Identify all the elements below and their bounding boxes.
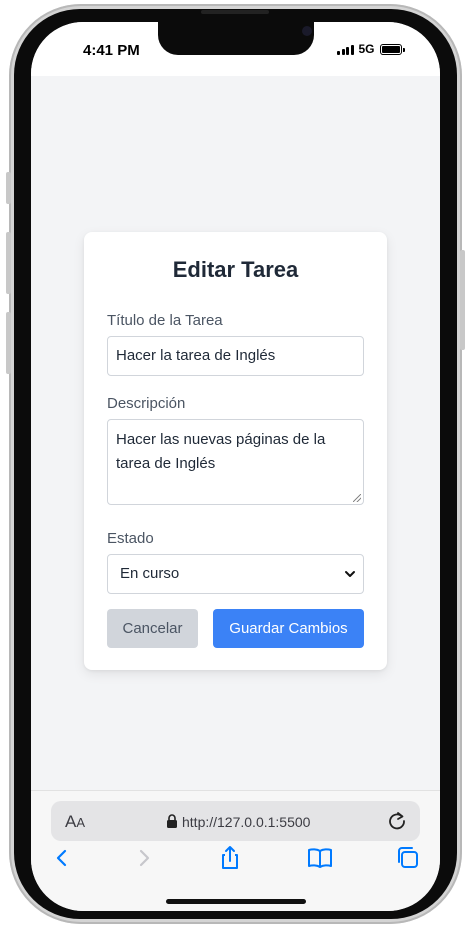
share-icon[interactable] [215,843,245,873]
modal-title: Editar Tarea [172,257,299,282]
notch [158,22,314,55]
battery-icon [379,43,405,55]
status-indicators: 5G [337,42,405,56]
resize-handle-icon[interactable] [353,494,361,502]
description-textarea[interactable]: Hacer las nuevas páginas de la tarea de … [107,419,364,505]
silent-switch [6,172,11,204]
volume-down-button [6,312,11,374]
description-label: Descripción [107,395,186,412]
status-bar: 4:41 PM 5G [31,22,440,76]
phone-screen: 4:41 PM 5G Editar Tarea Título de la Tar… [31,22,440,911]
task-title-label: Título de la Tarea [107,312,223,329]
tabs-icon[interactable] [393,843,423,873]
home-indicator [166,899,306,904]
save-changes-button[interactable]: Guardar Cambios [213,609,364,648]
reload-icon[interactable] [387,811,407,831]
battery-level [381,45,400,53]
forward-icon[interactable] [129,843,159,873]
edit-task-modal: Editar Tarea Título de la Tarea Hacer la… [84,232,387,670]
front-camera [302,26,312,36]
task-title-input[interactable]: Hacer la tarea de Inglés [107,336,364,376]
status-select[interactable]: En curso [107,554,364,594]
status-time: 4:41 PM [83,42,140,59]
volume-up-button [6,232,11,294]
browser-toolbar: AA http://127.0.0.1:5500 [31,790,440,911]
text-size-button[interactable]: AA [65,812,85,832]
status-label: Estado [107,530,154,547]
chevron-down-icon [345,571,355,577]
power-button [460,250,465,350]
url-text: http://127.0.0.1:5500 [182,814,311,830]
lock-icon [167,814,177,828]
network-type: 5G [358,42,375,56]
address-bar[interactable]: AA http://127.0.0.1:5500 [51,801,420,841]
back-icon[interactable] [47,843,77,873]
description-text: Hacer las nuevas páginas de la tarea de … [116,431,326,472]
status-selected-value: En curso [120,565,180,582]
browser-nav-row [31,843,440,883]
earpiece-speaker [201,10,269,14]
cancel-button[interactable]: Cancelar [107,609,198,648]
cellular-signal-icon [337,44,354,55]
bookmarks-icon[interactable] [305,843,335,873]
